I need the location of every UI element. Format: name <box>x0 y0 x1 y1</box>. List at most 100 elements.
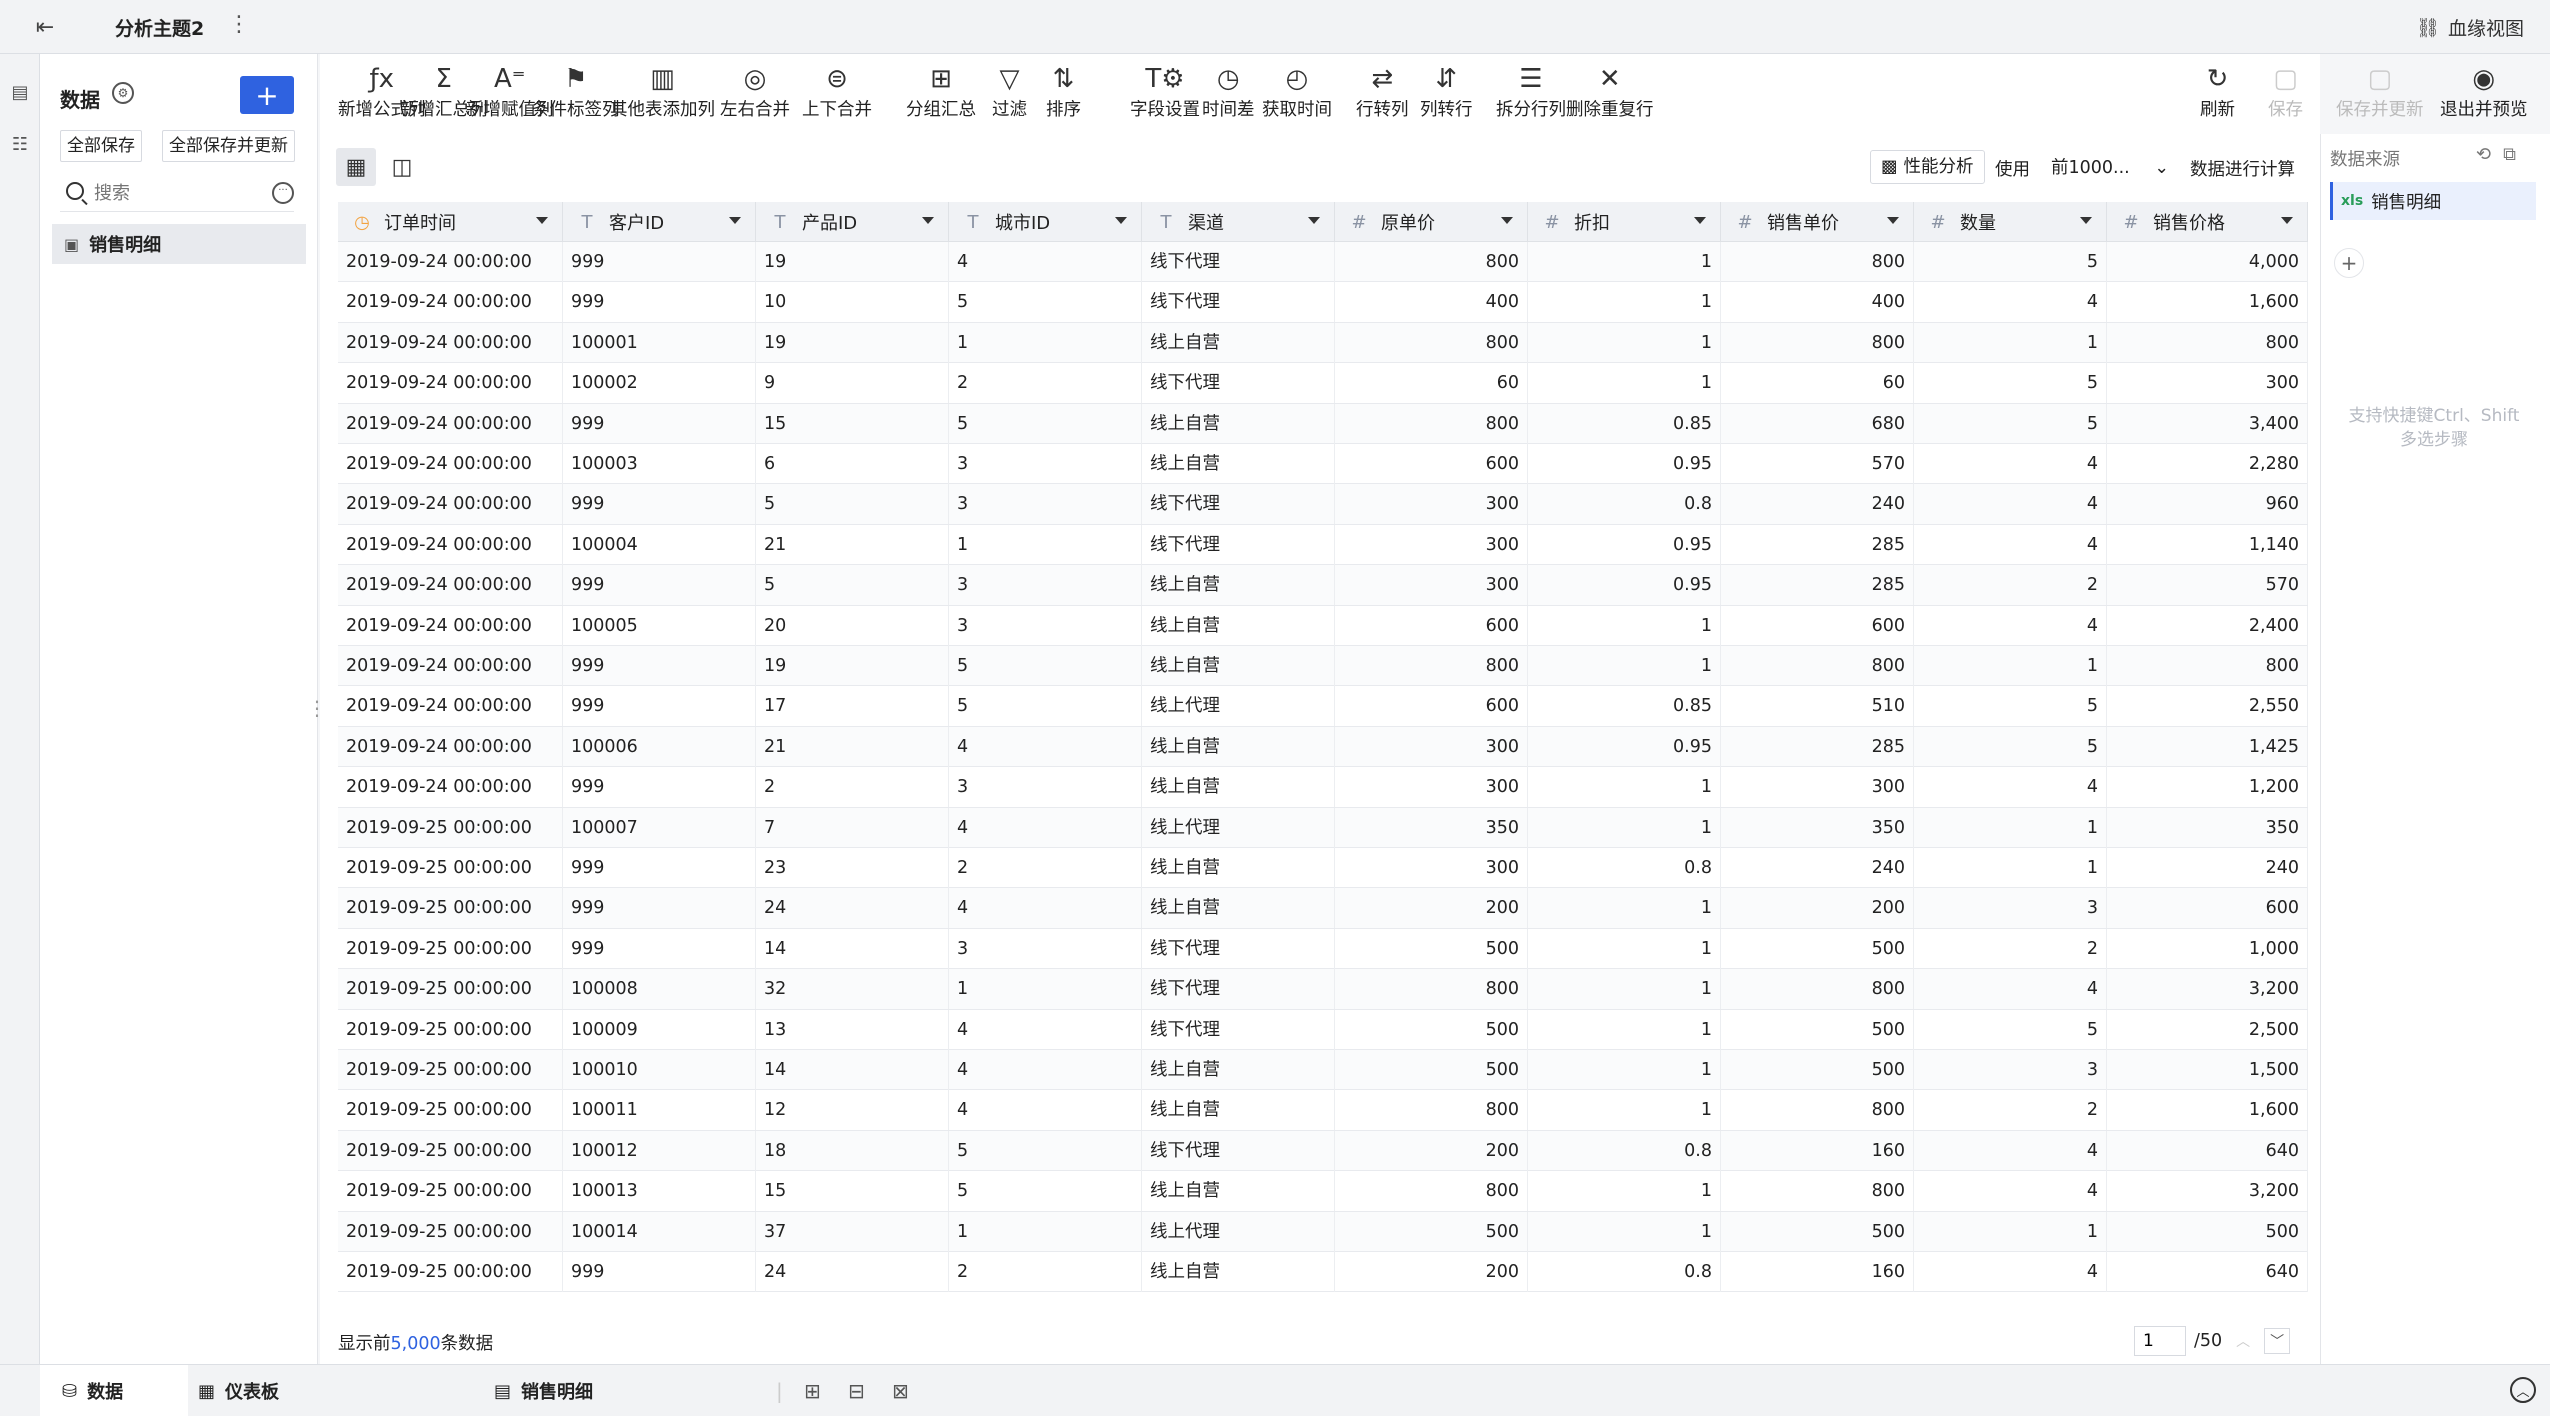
toolbar-btn-time-diff[interactable]: ◷ 时间差 <box>1202 62 1255 121</box>
toolbar-btn-row-to-col[interactable]: ⇄ 行转列 <box>1356 62 1409 121</box>
table-row[interactable]: 2019-09-24 00:00:00 999 2 3 线上自营 300 1 300 4 1,20… <box>338 767 2308 808</box>
expand-icon[interactable]: ⧉ <box>2503 144 2516 165</box>
column-header[interactable]: T 客户ID <box>563 202 756 242</box>
toolbar-btn-add-column[interactable]: ▥ 其他表添加列 <box>610 62 715 121</box>
table-row[interactable]: 2019-09-24 00:00:00 100002 9 2 线下代理 60 1 60 5 300 <box>338 363 2308 404</box>
table-row[interactable]: 2019-09-24 00:00:00 999 15 5 线上自营 800 0.85 680 5… <box>338 403 2308 444</box>
caret-down-icon[interactable] <box>1308 217 1320 224</box>
save-all-button[interactable]: 全部保存 <box>60 130 142 162</box>
perf-analysis-button[interactable]: ▩ 性能分析 <box>1870 150 1985 184</box>
table-row[interactable]: 2019-09-24 00:00:00 999 17 5 线上代理 600 0.85 510 5… <box>338 686 2308 727</box>
table-cell: 3,200 <box>2107 969 2308 1010</box>
layout-view-icon[interactable]: ◫ <box>382 148 422 186</box>
refresh-button[interactable]: ↻ 刷新 <box>2200 62 2235 121</box>
search-input[interactable] <box>94 178 244 208</box>
caret-down-icon[interactable] <box>1887 217 1899 224</box>
column-header[interactable]: # 数量 <box>1914 202 2107 242</box>
exit-preview-button[interactable]: ◉ 退出并预览 <box>2440 62 2528 121</box>
column-header[interactable]: T 渠道 <box>1142 202 1335 242</box>
table-row[interactable]: 2019-09-25 00:00:00 999 23 2 线上自营 300 0.8 240 1 2… <box>338 848 2308 889</box>
column-header[interactable]: ◷ 订单时间 <box>338 202 563 242</box>
table-row[interactable]: 2019-09-24 00:00:00 999 19 5 线上自营 800 1 800 1 800 <box>338 646 2308 687</box>
toolbar-btn-split[interactable]: ☰ 拆分行列 <box>1496 62 1566 121</box>
table-row[interactable]: 2019-09-25 00:00:00 100007 7 4 线上代理 350 1 350 1 3… <box>338 807 2308 848</box>
add-button[interactable]: + <box>240 76 294 114</box>
table-row[interactable]: 2019-09-24 00:00:00 100005 20 3 线上自营 600 1 600 4… <box>338 605 2308 646</box>
column-header[interactable]: # 销售单价 <box>1721 202 1914 242</box>
table-row[interactable]: 2019-09-24 00:00:00 100006 21 4 线上自营 300 0.95 2… <box>338 726 2308 768</box>
column-header[interactable]: # 原单价 <box>1335 202 1528 242</box>
new-report-icon[interactable]: ⊠ <box>892 1379 909 1403</box>
save-all-update-button[interactable]: 全部保存并更新 <box>162 130 295 162</box>
caret-down-icon[interactable] <box>1115 217 1127 224</box>
toolbar-btn-get-time[interactable]: ◴ 获取时间 <box>1262 62 1332 121</box>
page-input[interactable] <box>2134 1326 2186 1356</box>
save-button[interactable]: ▢ 保存 <box>2268 62 2303 121</box>
column-header[interactable]: T 产品ID <box>756 202 949 242</box>
table-cell: 4 <box>1914 1171 2107 1212</box>
table-icon: ▣ <box>64 234 80 254</box>
collapse-icon[interactable]: ︿ <box>2510 1377 2536 1403</box>
caret-down-icon[interactable] <box>2080 217 2092 224</box>
more-icon[interactable]: ⋮ <box>228 12 250 37</box>
toolbar-btn-sort[interactable]: ⇅ 排序 <box>1046 62 1081 121</box>
page-up-icon[interactable]: ︿ <box>2230 1328 2257 1354</box>
back-icon[interactable]: ⇤ <box>30 12 60 42</box>
row-limit-select[interactable]: 前1000... ⌄ <box>2044 150 2174 184</box>
table-row[interactable]: 2019-09-24 00:00:00 100003 6 3 线上自营 600 0.95 57… <box>338 444 2308 485</box>
caret-down-icon[interactable] <box>729 217 741 224</box>
caret-down-icon[interactable] <box>922 217 934 224</box>
new-dashboard-icon[interactable]: ⊟ <box>848 1379 865 1403</box>
table-cell: 2019-09-24 00:00:00 <box>338 242 563 282</box>
table-row[interactable]: 2019-09-24 00:00:00 999 5 3 线下代理 300 0.8 240 4 96… <box>338 484 2308 525</box>
toolbar-btn-filter[interactable]: ▽ 过滤 <box>992 62 1027 121</box>
toolbar-btn-merge-ud[interactable]: ⊜ 上下合并 <box>802 62 872 121</box>
column-header[interactable]: # 销售价格 <box>2107 202 2308 242</box>
settings-nav-icon[interactable]: ☷ <box>8 134 32 158</box>
tab-sales-detail[interactable]: ▤ 销售明细 <box>494 1365 593 1416</box>
table-row[interactable]: 2019-09-24 00:00:00 999 19 4 线下代理 800 1 800 5 4,0… <box>338 242 2308 283</box>
page-down-icon[interactable]: ﹀ <box>2264 1328 2291 1354</box>
table-row[interactable]: 2019-09-25 00:00:00 100012 18 5 线下代理 200 0.8 16… <box>338 1130 2308 1172</box>
lineage-view-button[interactable]: ⛓ 血缘视图 <box>2416 14 2524 41</box>
add-step-button[interactable]: + <box>2334 248 2364 278</box>
table-row[interactable]: 2019-09-25 00:00:00 100010 14 4 线上自营 500 1 500 3… <box>338 1050 2308 1091</box>
column-header[interactable]: T 城市ID <box>949 202 1142 242</box>
toolbar-btn-field-settings[interactable]: T⚙ 字段设置 <box>1130 62 1200 121</box>
caret-down-icon[interactable] <box>536 217 548 224</box>
toolbar-btn-group[interactable]: ⊞ 分组汇总 <box>906 62 976 121</box>
caret-down-icon[interactable] <box>1694 217 1706 224</box>
save-update-button[interactable]: ▢ 保存并更新 <box>2336 62 2424 121</box>
table-row[interactable]: 2019-09-25 00:00:00 100014 37 1 线上代理 500 1 500 1… <box>338 1211 2308 1252</box>
toolbar-btn-label: 行转列 <box>1356 100 1409 120</box>
table-row[interactable]: 2019-09-25 00:00:00 100013 15 5 线上自营 800 1 800 4… <box>338 1171 2308 1212</box>
table-row[interactable]: 2019-09-25 00:00:00 100011 12 4 线上自营 800 1 800 2… <box>338 1090 2308 1131</box>
table-row[interactable]: 2019-09-24 00:00:00 999 5 3 线上自营 300 0.95 285 2 5… <box>338 565 2308 606</box>
column-header[interactable]: # 折扣 <box>1528 202 1721 242</box>
more-options-icon[interactable]: ··· <box>272 182 294 204</box>
toolbar-btn-dedupe[interactable]: ✕ 删除重复行 <box>1566 62 1654 121</box>
grid-view-icon[interactable]: ▦ <box>336 148 376 186</box>
caret-down-icon[interactable] <box>1501 217 1513 224</box>
toolbar-btn-flag[interactable]: ⚑ 条件标签列 <box>532 62 620 121</box>
table-cell: 999 <box>563 767 756 808</box>
tab-dashboard[interactable]: ▦ 仪表板 <box>198 1365 279 1416</box>
new-table-icon[interactable]: ⊞ <box>804 1379 821 1403</box>
panel-settings-icon[interactable]: ⚙ <box>112 82 134 104</box>
toolbar-btn-merge-lr[interactable]: ◎ 左右合并 <box>720 62 790 121</box>
table-row[interactable]: 2019-09-25 00:00:00 999 24 4 线上自营 200 1 200 3 600 <box>338 888 2308 929</box>
data-item-sales-detail[interactable]: ▣ 销售明细 <box>52 224 306 264</box>
caret-down-icon[interactable] <box>2281 217 2293 224</box>
table-row[interactable]: 2019-09-24 00:00:00 999 10 5 线下代理 400 1 400 4 1,6… <box>338 282 2308 323</box>
toolbar-btn-col-to-row[interactable]: ⇵ 列转行 <box>1420 62 1473 121</box>
table-row[interactable]: 2019-09-24 00:00:00 100001 19 1 线上自营 800 1 800 1… <box>338 322 2308 364</box>
source-item[interactable]: xls 销售明细 <box>2330 182 2536 220</box>
history-icon[interactable]: ⟲ <box>2476 144 2491 165</box>
data-nav-icon[interactable]: ▤ <box>8 82 32 106</box>
table-row[interactable]: 2019-09-25 00:00:00 999 24 2 线上自营 200 0.8 160 4 6… <box>338 1252 2308 1293</box>
table-row[interactable]: 2019-09-24 00:00:00 100004 21 1 线下代理 300 0.95 2… <box>338 524 2308 566</box>
table-row[interactable]: 2019-09-25 00:00:00 100009 13 4 线下代理 500 1 500 5… <box>338 1009 2308 1050</box>
tab-data[interactable]: ⛁ 数据 <box>40 1365 188 1416</box>
table-row[interactable]: 2019-09-25 00:00:00 100008 32 1 线下代理 800 1 800 4… <box>338 969 2308 1010</box>
table-row[interactable]: 2019-09-25 00:00:00 999 14 3 线下代理 500 1 500 2 1,0… <box>338 928 2308 970</box>
